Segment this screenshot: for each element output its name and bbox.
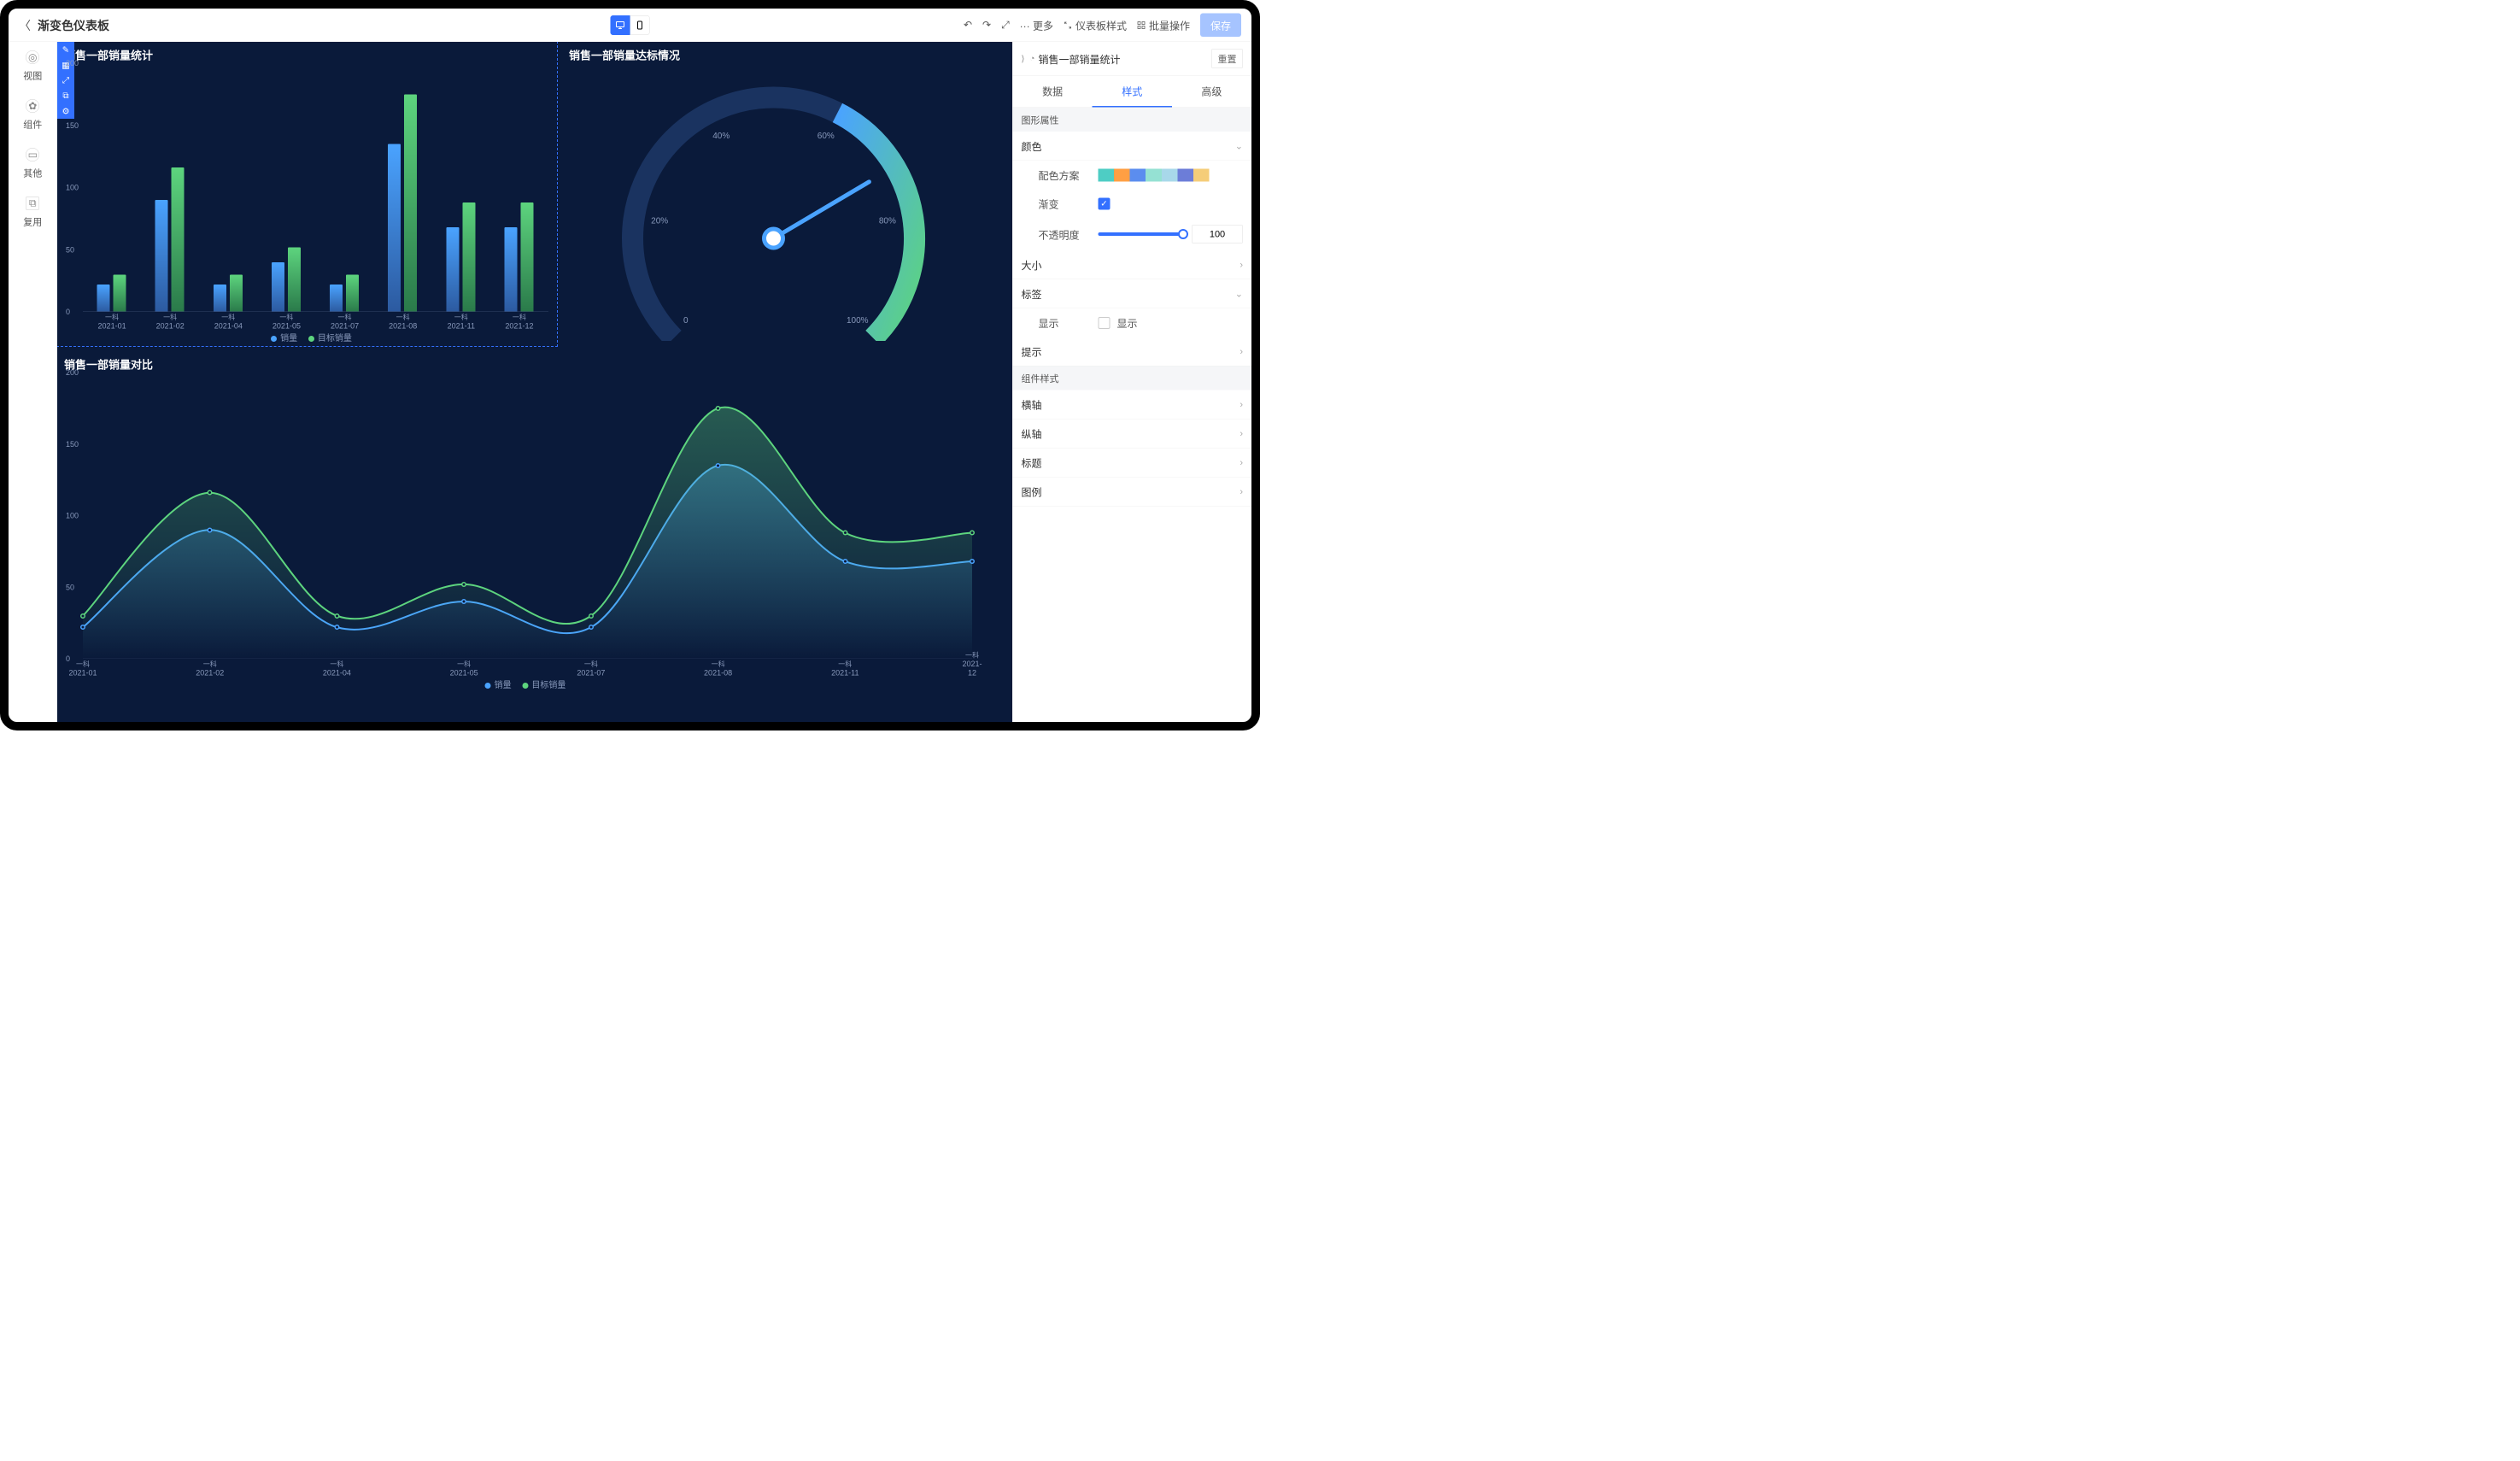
reset-button[interactable]: 重置 (1211, 49, 1243, 68)
label-show-row: 显示 显示 (1013, 308, 1252, 337)
yaxis-row[interactable]: 纵轴› (1013, 420, 1252, 449)
gradient-row: 渐变 ✓ (1013, 190, 1252, 219)
chevron-right-icon: › (1239, 399, 1243, 410)
device-desktop-button[interactable] (611, 15, 630, 35)
properties-panel: ⟩ ◔ 销售一部销量统计 重置 数据 样式 高级 图形属性 颜色⌄ 配色方案 渐… (1012, 42, 1251, 722)
sidebar-item-view[interactable]: ◎视图 (23, 50, 42, 82)
opacity-slider[interactable] (1099, 232, 1184, 236)
label-row[interactable]: 标签⌄ (1013, 279, 1252, 308)
dashboard-canvas[interactable]: ✎ ▦ ⤢ ⧉ ⚙ 销售一部销量统计 销量 目标销量 050100150200一… (57, 42, 1012, 722)
page-title: 渐变色仪表板 (38, 16, 109, 33)
show-checkbox[interactable] (1099, 317, 1111, 329)
undo-button[interactable]: ↶ (964, 19, 972, 32)
dashboard-style-button[interactable]: 仪表板样式 (1064, 18, 1127, 33)
sidebar-item-other[interactable]: ▭其他 (23, 148, 42, 179)
opacity-input[interactable] (1192, 225, 1243, 244)
gauge-chart-panel[interactable]: 销售一部销量达标情况 020%40%60%80%100% (562, 42, 985, 346)
chevron-right-icon: › (1239, 486, 1243, 497)
gradient-checkbox[interactable]: ✓ (1099, 197, 1111, 209)
more-button[interactable]: ··· 更多 (1020, 18, 1053, 33)
area-chart-title: 销售一部销量对比 (57, 351, 985, 374)
device-mobile-button[interactable] (630, 15, 650, 35)
tab-style[interactable]: 样式 (1093, 76, 1172, 108)
chevron-down-icon: ⌄ (1235, 288, 1243, 299)
selected-component-title: 销售一部销量统计 (1038, 51, 1211, 67)
legend-row[interactable]: 图例› (1013, 478, 1252, 507)
area-chart-panel[interactable]: 销售一部销量对比 销量 目标销量 050100150200一科2021-01一科… (57, 351, 985, 693)
size-row[interactable]: 大小› (1013, 250, 1252, 279)
chevron-right-icon: › (1239, 346, 1243, 357)
area-chart-legend: 销量 目标销量 (57, 678, 985, 691)
batch-operation-button[interactable]: 批量操作 (1137, 18, 1190, 33)
chevron-down-icon: ⌄ (1235, 140, 1243, 151)
bar-chart-panel[interactable]: ✎ ▦ ⤢ ⧉ ⚙ 销售一部销量统计 销量 目标销量 050100150200一… (57, 42, 557, 346)
chevron-right-icon: › (1239, 457, 1243, 468)
palette-row: 配色方案 (1013, 161, 1252, 190)
tab-advanced[interactable]: 高级 (1172, 76, 1251, 108)
chevron-right-icon: › (1239, 428, 1243, 439)
tool-copy-icon[interactable]: ⧉ (57, 88, 74, 103)
bar-chart-title: 销售一部销量统计 (57, 42, 557, 65)
section-graph-props: 图形属性 (1013, 108, 1252, 132)
panel-float-toolbar: ✎ ▦ ⤢ ⧉ ⚙ (57, 42, 74, 119)
back-button[interactable]: 〈 (19, 16, 31, 33)
section-component-style: 组件样式 (1013, 367, 1252, 390)
tooltip-row[interactable]: 提示› (1013, 337, 1252, 367)
chevron-right-icon: › (1239, 259, 1243, 270)
tool-edit-icon[interactable]: ✎ (57, 42, 74, 57)
collapse-icon[interactable]: ⟩ (1022, 53, 1025, 64)
save-button[interactable]: 保存 (1200, 14, 1241, 38)
redo-button[interactable]: ↷ (982, 19, 991, 32)
color-group-row[interactable]: 颜色⌄ (1013, 132, 1252, 161)
fullscreen-button[interactable]: ⤢ (1001, 19, 1010, 31)
xaxis-row[interactable]: 横轴› (1013, 390, 1252, 420)
opacity-row: 不透明度 (1013, 218, 1252, 250)
bar-chart-legend: 销量 目标销量 (57, 332, 557, 344)
sidebar-item-reuse[interactable]: ⧉复用 (23, 197, 42, 228)
left-toolbar: ◎视图 ✿组件 ▭其他 ⧉复用 (9, 42, 57, 722)
tool-settings-icon[interactable]: ⚙ (57, 103, 74, 119)
sidebar-item-component[interactable]: ✿组件 (23, 99, 42, 131)
clock-icon: ◔ (1029, 54, 1034, 64)
tool-expand-icon[interactable]: ⤢ (57, 73, 74, 88)
tab-data[interactable]: 数据 (1013, 76, 1093, 108)
palette-swatch[interactable] (1099, 168, 1210, 181)
title-row[interactable]: 标题› (1013, 449, 1252, 478)
